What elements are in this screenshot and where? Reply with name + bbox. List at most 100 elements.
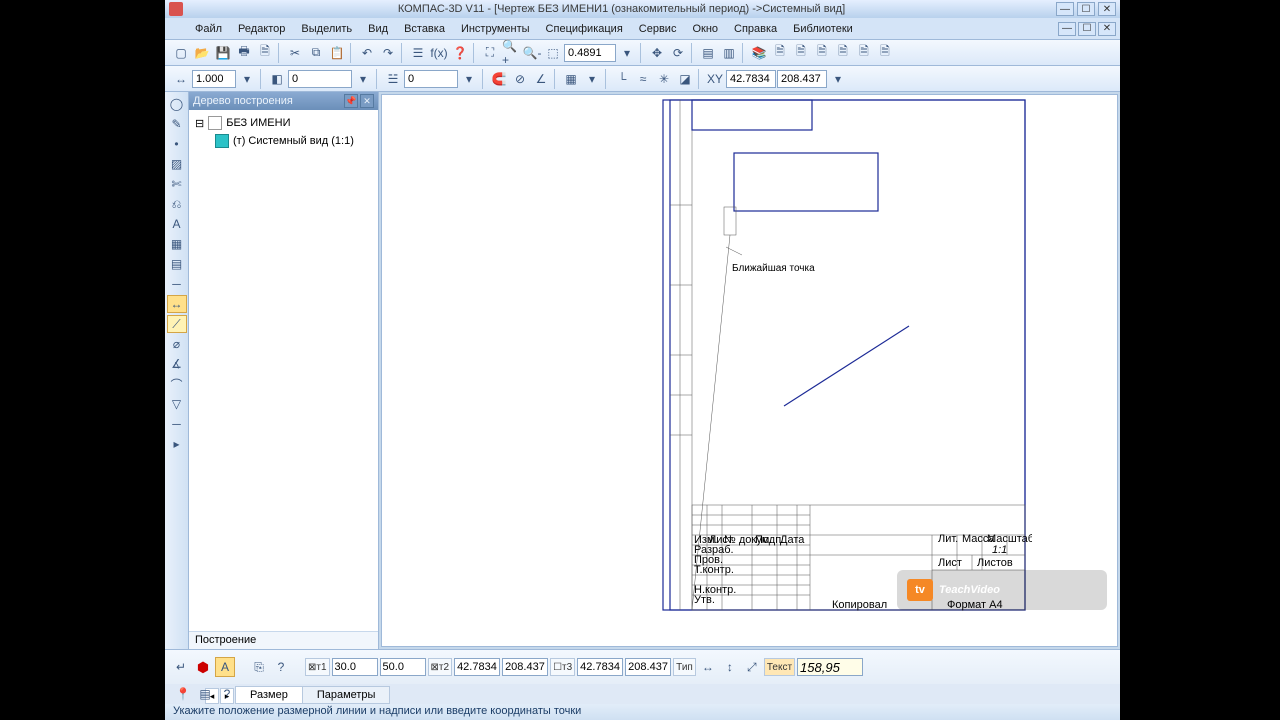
edit-icon[interactable]: ✎ <box>167 115 187 133</box>
state-dropdown-icon[interactable]: ▾ <box>353 69 373 89</box>
minimize-button[interactable]: — <box>1056 2 1074 16</box>
zoom-in-icon[interactable]: 🔍+ <box>501 43 521 63</box>
menu-select[interactable]: Выделить <box>295 21 358 37</box>
filter-icon[interactable]: ▤ <box>195 684 215 704</box>
views-icon[interactable]: ▥ <box>719 43 739 63</box>
layers-icon[interactable]: ▤ <box>698 43 718 63</box>
doc-close-button[interactable]: ✕ <box>1098 22 1116 36</box>
step-icon[interactable]: ↔ <box>171 69 191 89</box>
menu-file[interactable]: Файл <box>189 21 228 37</box>
properties-icon[interactable]: ☰ <box>408 43 428 63</box>
type-horiz-icon[interactable]: ↔ <box>698 657 718 677</box>
t2-label[interactable]: ⊠т2 <box>428 658 453 676</box>
state-icon[interactable]: ◧ <box>267 69 287 89</box>
step-dropdown-icon[interactable]: ▾ <box>237 69 257 89</box>
round-icon[interactable]: ≈ <box>633 69 653 89</box>
preview-icon[interactable]: 🗎 <box>255 43 275 63</box>
whatsthis-icon[interactable]: ❓ <box>450 43 470 63</box>
pin-icon[interactable]: 📍 <box>173 684 193 704</box>
lib-icon[interactable]: 📚 <box>749 43 769 63</box>
redo-icon[interactable]: ↷ <box>378 43 398 63</box>
variables-icon[interactable]: f(x) <box>429 43 449 63</box>
layer-icon[interactable]: ☱ <box>383 69 403 89</box>
menu-edit[interactable]: Редактор <box>232 21 291 37</box>
menu-view[interactable]: Вид <box>362 21 394 37</box>
layer-input[interactable] <box>404 70 458 88</box>
tree-close-icon[interactable]: ✕ <box>360 94 374 108</box>
t3-label[interactable]: ☐т3 <box>550 658 575 676</box>
tab-dimension[interactable]: Размер <box>235 686 303 704</box>
doc5-icon[interactable]: 🗎 <box>854 43 874 63</box>
open-icon[interactable]: 📂 <box>192 43 212 63</box>
break-icon[interactable]: ⎌ <box>167 195 187 213</box>
param-mode-icon[interactable]: ◪ <box>675 69 695 89</box>
text-value-input[interactable] <box>797 658 863 676</box>
paste-icon[interactable]: 📋 <box>327 43 347 63</box>
stop-icon[interactable]: ⬢ <box>193 657 213 677</box>
tree-pin-icon[interactable]: 📌 <box>344 94 358 108</box>
layer-dropdown-icon[interactable]: ▾ <box>459 69 479 89</box>
doc-minimize-button[interactable]: — <box>1058 22 1076 36</box>
table-icon[interactable]: ▦ <box>167 235 187 253</box>
point-icon[interactable]: • <box>167 135 187 153</box>
local-cs-icon[interactable]: ✳ <box>654 69 674 89</box>
drawing-canvas[interactable]: Лит. Масса Масштаб 1:1 Лист Листов Форма… <box>381 94 1118 647</box>
new-icon[interactable]: ▢ <box>171 43 191 63</box>
zoom-input[interactable] <box>564 44 616 62</box>
zoom-fit-icon[interactable]: ⛶ <box>480 43 500 63</box>
copy-props-icon[interactable]: ⎘ <box>249 657 269 677</box>
menu-service[interactable]: Сервис <box>633 21 683 37</box>
t1-label[interactable]: ⊠т1 <box>305 658 330 676</box>
help-icon[interactable]: ? <box>271 657 291 677</box>
menu-window[interactable]: Окно <box>686 21 724 37</box>
help2-icon[interactable]: ? <box>217 684 237 704</box>
trim-icon[interactable]: ✄ <box>167 175 187 193</box>
expand-icon[interactable]: ▸ <box>167 435 187 453</box>
t3-x-input[interactable] <box>577 658 623 676</box>
menu-help[interactable]: Справка <box>728 21 783 37</box>
tree-body[interactable]: ⊟ БЕЗ ИМЕНИ (т) Системный вид (1:1) <box>189 110 378 631</box>
menu-libs[interactable]: Библиотеки <box>787 21 859 37</box>
text-icon[interactable]: A <box>167 215 187 233</box>
snap-toggle-icon[interactable]: 🧲 <box>489 69 509 89</box>
state-input[interactable] <box>288 70 352 88</box>
radial-dim-icon[interactable]: ⟋ <box>167 315 187 333</box>
tree-footer-tab[interactable]: Построение <box>189 631 378 649</box>
ortho-icon[interactable]: └ <box>612 69 632 89</box>
grid-icon[interactable]: ▦ <box>561 69 581 89</box>
redraw-icon[interactable]: ⟳ <box>668 43 688 63</box>
snap-angle-icon[interactable]: ∠ <box>531 69 551 89</box>
auto-icon[interactable]: A <box>215 657 235 677</box>
height-dim-icon[interactable]: ▽ <box>167 395 187 413</box>
type-vert-icon[interactable]: ↕ <box>720 657 740 677</box>
save-icon[interactable]: 💾 <box>213 43 233 63</box>
hatch-icon[interactable]: ▨ <box>167 155 187 173</box>
step-input[interactable] <box>192 70 236 88</box>
expander-icon[interactable]: ⊟ <box>195 117 204 130</box>
doc-maximize-button[interactable]: ☐ <box>1078 22 1096 36</box>
cursor-x-input[interactable] <box>726 70 776 88</box>
spec-icon[interactable]: ▤ <box>167 255 187 273</box>
print-icon[interactable]: 🖶 <box>234 43 254 63</box>
type-parallel-icon[interactable]: ⤢ <box>742 657 762 677</box>
tree-root-node[interactable]: ⊟ БЕЗ ИМЕНИ <box>189 114 378 132</box>
arc-dim-icon[interactable]: ⌒ <box>167 375 187 393</box>
tab-parameters[interactable]: Параметры <box>302 686 391 704</box>
tree-child-node[interactable]: (т) Системный вид (1:1) <box>189 132 378 150</box>
t2-y-input[interactable] <box>502 658 548 676</box>
menu-tools[interactable]: Инструменты <box>455 21 536 37</box>
doc1-icon[interactable]: 🗎 <box>770 43 790 63</box>
undo-icon[interactable]: ↶ <box>357 43 377 63</box>
zoom-out-icon[interactable]: 🔍- <box>522 43 542 63</box>
geometry-icon[interactable]: ◯ <box>167 95 187 113</box>
cursor-y-input[interactable] <box>777 70 827 88</box>
zoom-area-icon[interactable]: ⬚ <box>543 43 563 63</box>
close-button[interactable]: ✕ <box>1098 2 1116 16</box>
copy-icon[interactable]: ⧉ <box>306 43 326 63</box>
pan-icon[interactable]: ✥ <box>647 43 667 63</box>
t3-y-input[interactable] <box>625 658 671 676</box>
menu-spec[interactable]: Спецификация <box>540 21 629 37</box>
snap-off-icon[interactable]: ⊘ <box>510 69 530 89</box>
menu-insert[interactable]: Вставка <box>398 21 451 37</box>
doc2-icon[interactable]: 🗎 <box>791 43 811 63</box>
